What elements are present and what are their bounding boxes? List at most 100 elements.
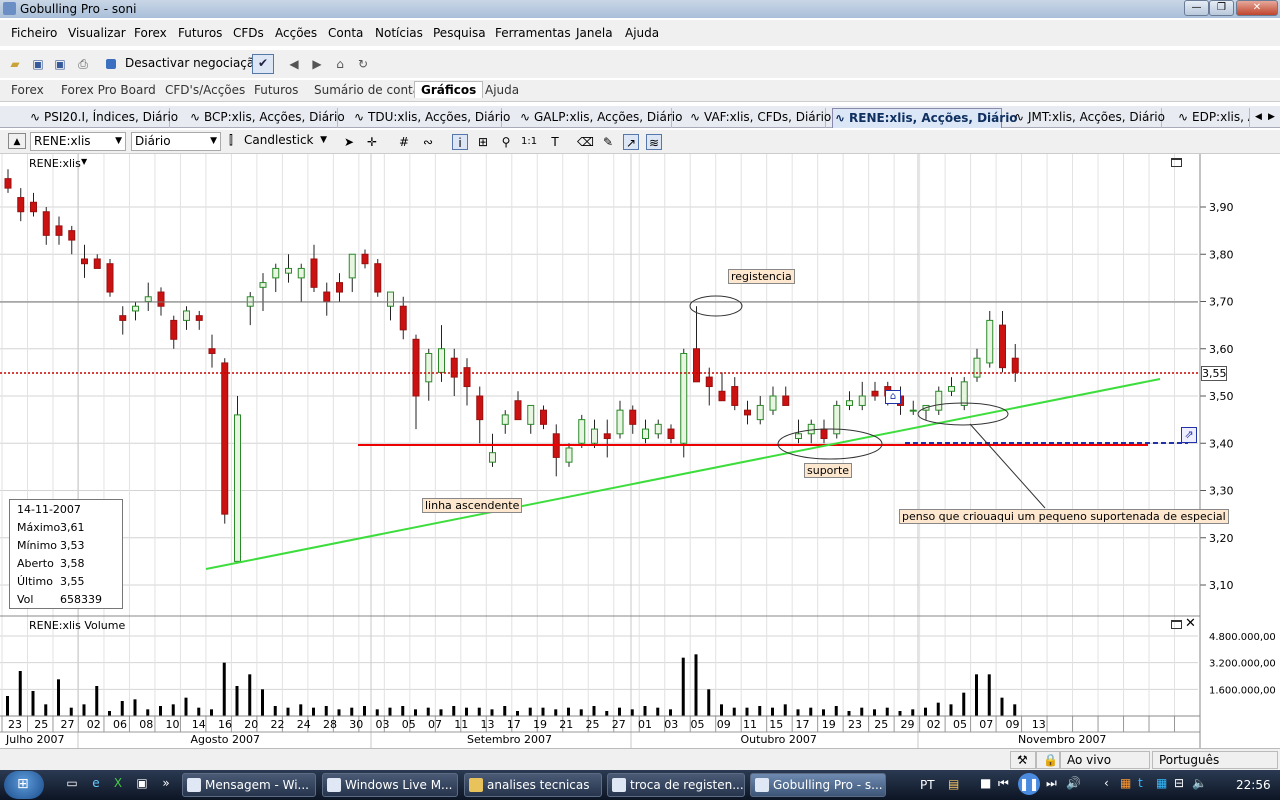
candle[interactable] xyxy=(106,258,114,297)
chart-tab-rene[interactable]: ∿ RENE:xlis, Acções, Diário xyxy=(832,108,1018,128)
chart-tab-vaf[interactable]: ∿ VAF:xlis, CFDs, Diário xyxy=(688,108,831,128)
chart-tab-bcp[interactable]: ∿ BCP:xlis, Acções, Diário xyxy=(188,108,345,128)
internet-explorer-icon[interactable]: e xyxy=(88,776,104,792)
tray-app-icon[interactable]: ▦ xyxy=(1156,776,1167,790)
candle[interactable] xyxy=(234,396,241,562)
chart-tab-tdu[interactable]: ∿ TDU:xlis, Acções, Diário xyxy=(352,108,510,128)
menu-janela[interactable]: Janela xyxy=(576,26,613,40)
chart-tab-psi20[interactable]: ∿ PSI20.I, Índices, Diário xyxy=(28,108,178,128)
chevron-down-icon[interactable]: ▼ xyxy=(81,157,87,166)
minimize-button[interactable]: — xyxy=(1184,0,1209,16)
menu-noticias[interactable]: Notícias xyxy=(375,26,423,40)
menu-ferramentas[interactable]: Ferramentas xyxy=(495,26,571,40)
price-panel-label[interactable]: RENE:xlis xyxy=(29,157,81,170)
pause-icon[interactable]: ❚❚ xyxy=(1018,773,1040,795)
menu-ajuda[interactable]: Ajuda xyxy=(625,26,659,40)
taskbar-item[interactable]: analises tecnicas xyxy=(464,773,602,797)
lock-icon[interactable]: 🔒 xyxy=(1036,751,1060,769)
home-icon[interactable]: ⌂ xyxy=(332,56,348,72)
menu-pesquisa[interactable]: Pesquisa xyxy=(433,26,486,40)
open-folder-icon[interactable]: ▰ xyxy=(7,56,23,72)
zoom-icon[interactable]: ⚲ xyxy=(498,134,514,150)
save-icon[interactable]: ▣ xyxy=(30,56,46,72)
tab-forex-pro-board[interactable]: Forex Pro Board xyxy=(61,83,156,97)
chart-tab-edp[interactable]: ∿ EDP:xlis, A xyxy=(1176,108,1250,128)
excel-icon[interactable]: X xyxy=(110,776,126,792)
text-tool-icon[interactable]: T xyxy=(547,134,563,150)
candle[interactable] xyxy=(833,400,841,439)
pointer-icon[interactable]: ➤ xyxy=(341,134,357,150)
previous-icon[interactable]: ⏮ xyxy=(998,776,1009,791)
annotation-linha-ascendente[interactable]: linha ascendente xyxy=(422,498,523,513)
tab-sumario-conta[interactable]: Sumário de conta xyxy=(314,83,420,97)
candle[interactable] xyxy=(221,358,229,524)
tab-graficos[interactable]: Gráficos xyxy=(414,81,484,98)
indicator-icon[interactable]: ∾ xyxy=(420,134,436,150)
drawing-tools-icon[interactable]: ✎ xyxy=(600,134,616,150)
symbol-select[interactable]: RENE:xlis ▼ xyxy=(30,132,126,151)
drawing-handle-icon[interactable]: ⇗ xyxy=(1181,427,1197,443)
clock[interactable]: 22:56 xyxy=(1236,778,1271,792)
drawing-handle-icon[interactable]: ⌂ xyxy=(885,390,901,404)
forward-icon[interactable]: ▶ xyxy=(309,56,325,72)
tab-ajuda[interactable]: Ajuda xyxy=(485,83,519,97)
tray-app-icon[interactable]: t xyxy=(1138,776,1143,790)
maximize-panel-icon[interactable] xyxy=(1171,620,1182,629)
language-indicator[interactable]: PT xyxy=(920,778,935,792)
maximize-panel-icon[interactable] xyxy=(1171,158,1182,167)
candle[interactable] xyxy=(935,386,943,415)
menu-accoes[interactable]: Acções xyxy=(275,26,317,40)
show-desktop-icon[interactable]: ▭ xyxy=(64,776,80,792)
taskbar-item[interactable]: troca de registen... xyxy=(607,773,745,797)
candle[interactable] xyxy=(374,258,382,297)
taskbar-item[interactable]: Windows Live M... xyxy=(322,773,458,797)
check-icon[interactable]: ✔ xyxy=(252,54,274,74)
candle[interactable] xyxy=(960,377,968,411)
crosshair-icon[interactable]: ✛ xyxy=(364,134,380,150)
menu-visualizar[interactable]: Visualizar xyxy=(68,26,126,40)
menu-cfds[interactable]: CFDs xyxy=(233,26,264,40)
close-button[interactable]: ✕ xyxy=(1236,0,1278,16)
chart-type-select[interactable]: ⫿ Candlestick ▼ xyxy=(226,132,330,151)
taskbar-item-active[interactable]: Gobulling Pro - s... xyxy=(750,773,886,797)
menu-futuros[interactable]: Futuros xyxy=(178,26,222,40)
menu-conta[interactable]: Conta xyxy=(328,26,363,40)
tray-app-icon[interactable]: ▦ xyxy=(1120,776,1131,790)
media-icon[interactable]: ▤ xyxy=(948,777,959,791)
candle[interactable] xyxy=(680,348,688,458)
back-icon[interactable]: ◀ xyxy=(286,56,302,72)
tab-cfds-accoes[interactable]: CFD's/Acções xyxy=(165,83,245,97)
collapse-icon[interactable]: ▲ xyxy=(8,133,26,149)
chart-tab-jmt[interactable]: ∿ JMT:xlis, Acções, Diário xyxy=(1012,108,1165,128)
chart-area[interactable]: 3,90 3,80 3,70 3,60 3,50 3,40 3,30 3,20 3,10 4.8… xyxy=(0,154,1280,748)
trendline-icon[interactable]: ↗ xyxy=(623,134,639,150)
menu-forex[interactable]: Forex xyxy=(134,26,167,40)
tool-icon[interactable]: ⚒ xyxy=(1010,751,1036,769)
chart-tab-galp[interactable]: ∿ GALP:xlis, Acções, Diário xyxy=(518,108,682,128)
volume-icon[interactable]: 🔊 xyxy=(1066,776,1081,790)
refresh-icon[interactable]: ↻ xyxy=(355,56,371,72)
trading-toggle-label[interactable]: Desactivar negociação xyxy=(125,56,262,70)
save-as-icon[interactable]: ▣ xyxy=(52,56,68,72)
grid-icon[interactable]: # xyxy=(396,134,412,150)
annotation-suporte[interactable]: suporte xyxy=(804,463,853,478)
tray-expand-icon[interactable]: ‹ xyxy=(1104,776,1109,790)
print-icon[interactable]: ⎙ xyxy=(75,56,91,72)
tab-forex[interactable]: Forex xyxy=(11,83,44,97)
close-panel-icon[interactable]: ✕ xyxy=(1185,616,1196,631)
next-icon[interactable]: ⏭ xyxy=(1046,776,1057,791)
eraser-icon[interactable]: ⌫ xyxy=(577,134,594,150)
scroll-right-icon[interactable]: ▶ xyxy=(1265,112,1278,122)
start-button[interactable]: ⊞ xyxy=(4,771,44,799)
fib-tool-icon[interactable]: ≋ xyxy=(646,134,662,150)
maximize-button[interactable]: ❐ xyxy=(1209,0,1234,16)
taskbar-item[interactable]: Mensagem - Wi... xyxy=(182,773,316,797)
computer-icon[interactable]: ▣ xyxy=(134,776,150,792)
more-icon[interactable]: » xyxy=(158,776,174,792)
scroll-left-icon[interactable]: ◀ xyxy=(1252,112,1265,122)
tab-futuros[interactable]: Futuros xyxy=(254,83,298,97)
candle[interactable] xyxy=(578,414,586,448)
info-icon[interactable]: i xyxy=(452,134,468,150)
network-icon[interactable]: ⊟ xyxy=(1174,776,1184,790)
annotation-comment[interactable]: penso que criouaqui um pequeno suportena… xyxy=(899,509,1229,524)
